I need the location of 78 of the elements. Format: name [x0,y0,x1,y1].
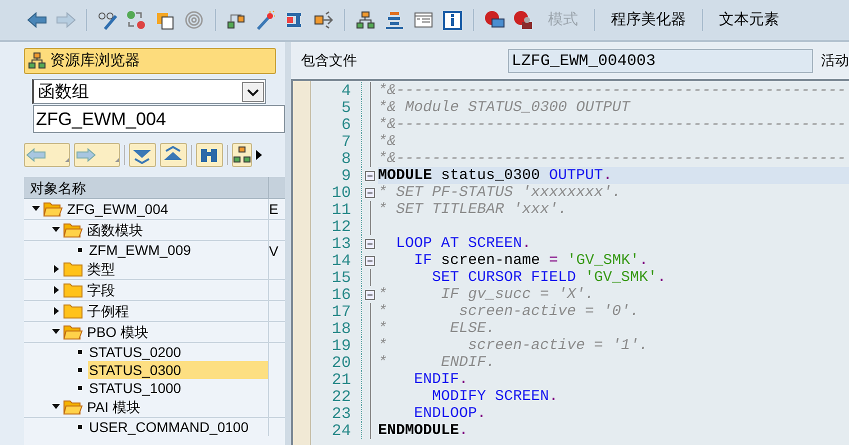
stacked-bars-icon[interactable] [384,10,405,30]
code-line: * IF gv_succ = 'X'. [378,286,596,303]
open-folder-icon[interactable] [43,201,63,217]
tree-item[interactable]: STATUS_0200 [88,343,182,361]
table-cell: V [269,243,278,259]
hierarchy-icon[interactable] [355,10,376,30]
hierarchy-icon[interactable] [28,52,46,70]
code-line: *& Module STATUS_0300 OUTPUT [378,99,632,116]
code-line: *&-------------------------------------------------- [378,150,848,167]
repository-browser-button[interactable]: 资源库浏览器 [24,48,276,74]
code-line: *& [378,133,398,150]
code-line: * ENDIF. [378,354,496,371]
code-line: *&-------------------------------------------------- [378,116,848,133]
tree-item[interactable]: 类型 [86,260,116,278]
code-line: IF screen-name = 'GV_SMK'. [413,252,650,269]
tree-item[interactable]: USER_COMMAND_0100 [88,418,250,436]
open-folder-icon[interactable] [63,324,83,340]
collapsed-triangle-icon[interactable] [52,265,60,273]
window-list-icon[interactable] [413,10,434,30]
object-name-field[interactable]: ZFG_EWM_004 [33,105,285,133]
cycle-dots-icon[interactable] [126,10,147,30]
collapse-box-icon[interactable] [365,256,375,266]
chevron-down-icon[interactable] [242,82,264,102]
stop-lock-icon[interactable] [513,10,534,30]
hierarchy-icon [233,146,251,164]
code-line: *&-------------------------------------------------- [378,82,848,99]
expand-all-button[interactable] [129,143,156,167]
back-icon [25,146,69,164]
tree-item[interactable]: ZFM_EWM_009 [88,241,192,259]
code-line: * SET TITLEBAR 'xxx'. [378,201,568,218]
code-line: * ELSE. [378,320,496,337]
code-line: SET CURSOR FIELD 'GV_SMK'. [431,269,668,286]
status-text: 活动 [821,51,849,70]
tree-item[interactable]: PAI 模块 [86,398,142,416]
open-folder-icon[interactable] [63,399,83,415]
collapse-box-icon[interactable] [365,238,375,248]
collapse-box-icon[interactable] [365,188,375,198]
code-line: LOOP AT SCREEN. [395,235,532,252]
object-type-dropdown[interactable]: 函数组 [32,79,266,104]
expanded-triangle-icon[interactable] [52,226,60,234]
info-icon[interactable] [442,10,463,30]
square-arrows-icon[interactable] [313,10,334,30]
tree-item[interactable]: ZFG_EWM_004 [66,200,170,218]
tree-item[interactable]: STATUS_1000 [88,379,182,397]
include-name-field[interactable]: LZFG_EWM_004003 [508,48,813,72]
tree-item[interactable]: STATUS_0300 [88,361,268,379]
code-line: MODIFY SCREEN. [431,388,560,405]
glasses-pencil-icon[interactable] [97,10,118,30]
tree-item[interactable]: 子例程 [86,302,130,320]
stop-monitor-icon[interactable] [484,10,505,30]
expanded-triangle-icon[interactable] [32,205,40,213]
open-folder-icon[interactable] [63,222,83,238]
binoculars-button[interactable] [196,143,223,167]
expanded-triangle-icon[interactable] [52,403,60,411]
table-cell: E [269,201,278,217]
back-arrow-icon[interactable] [26,10,47,30]
include-label: 包含文件 [301,51,358,70]
collapsed-triangle-icon[interactable] [52,307,60,315]
collapse-box-icon[interactable] [365,290,375,300]
expanded-triangle-icon[interactable] [52,328,60,336]
tree-item[interactable]: 函数模块 [86,221,144,239]
code-line: * screen-active = '0'. [378,303,640,320]
code-line: ENDLOOP. [413,405,488,422]
forward-icon [75,146,119,164]
code-line: * screen-active = '1'. [378,337,650,354]
tree-item[interactable]: 字段 [86,281,116,299]
collapsed-triangle-icon[interactable] [52,286,60,294]
code-line: ENDIF. [413,371,470,388]
collapse-box-icon[interactable] [365,170,375,180]
code-line: * SET PF-STATUS 'xxxxxxxx'. [378,184,622,201]
collapse-all-button[interactable] [160,143,187,167]
magic-wand-icon[interactable] [255,10,276,30]
code-line: ENDMODULE. [378,422,470,439]
more-arrow-icon[interactable] [256,150,262,160]
toolbar-button[interactable]: 文本元素 [713,8,785,32]
hierarchy-button[interactable] [232,143,252,167]
tree-item[interactable]: PBO 模块 [86,323,150,341]
toolbar-button[interactable]: 程序美化器 [605,8,692,32]
